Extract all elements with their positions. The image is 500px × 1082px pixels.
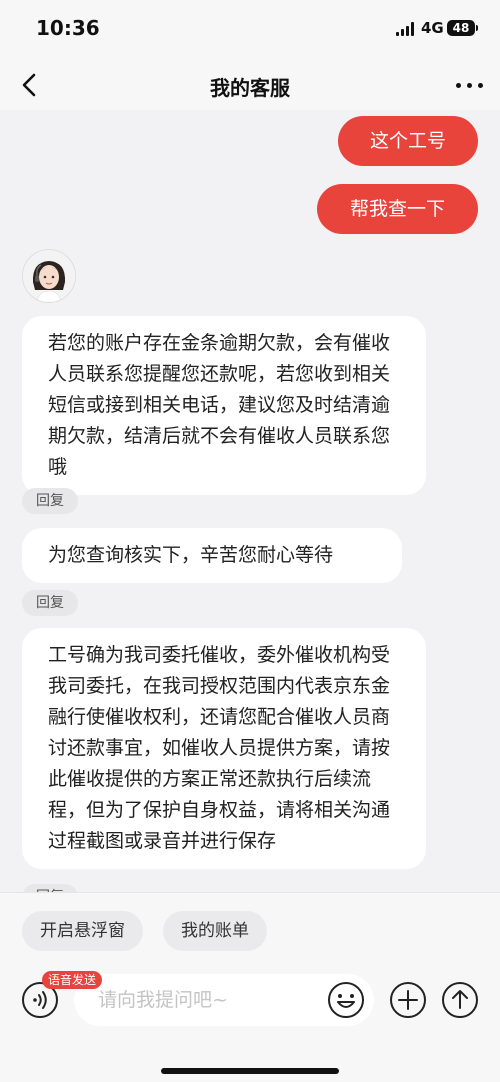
incoming-message[interactable]: 为您查询核实下，辛苦您耐心等待	[22, 528, 402, 583]
reply-button[interactable]: 回复	[22, 590, 78, 616]
outgoing-message[interactable]: 这个工号	[338, 116, 478, 166]
nav-bar: 我的客服	[0, 60, 500, 110]
message-list[interactable]: 这个工号 帮我查一下 若您的账户存在金条逾期欠款，会有催收人员联系您提醒您还款呢…	[0, 110, 500, 892]
reply-button[interactable]: 回复	[22, 488, 78, 514]
signal-icon	[396, 22, 416, 36]
battery-icon: 48	[447, 20, 475, 36]
chat-screen: 10:36 4G 48 我的客服 这个工号 帮我查一下 若您的账户存在金条逾期欠…	[0, 0, 500, 1082]
floating-window-button[interactable]: 开启悬浮窗	[22, 911, 143, 951]
battery-tip	[476, 25, 478, 31]
outgoing-message[interactable]: 帮我查一下	[317, 184, 478, 234]
emoji-icon[interactable]	[327, 981, 365, 1019]
home-indicator	[161, 1068, 339, 1074]
plus-icon[interactable]	[389, 981, 427, 1019]
incoming-message[interactable]: 工号确为我司委托催收，委外催收机构受我司委托，在我司授权范围内代表京东金融行使催…	[22, 628, 426, 869]
more-icon[interactable]	[454, 68, 486, 102]
page-title: 我的客服	[210, 76, 290, 100]
agent-avatar	[22, 249, 76, 303]
network-label: 4G	[421, 19, 444, 37]
quick-actions: 开启悬浮窗 我的账单	[0, 892, 500, 967]
status-bar: 10:36 4G 48	[0, 0, 500, 60]
my-bill-button[interactable]: 我的账单	[163, 911, 267, 951]
input-bar: 语音发送	[0, 966, 500, 1082]
voice-send-badge: 语音发送	[42, 971, 103, 989]
status-time: 10:36	[36, 16, 100, 40]
incoming-message[interactable]: 若您的账户存在金条逾期欠款，会有催收人员联系您提醒您还款呢，若您收到相关短信或接…	[22, 316, 426, 495]
battery-level: 48	[452, 21, 470, 35]
send-icon[interactable]	[441, 981, 479, 1019]
reply-button[interactable]: 回复	[22, 884, 78, 892]
